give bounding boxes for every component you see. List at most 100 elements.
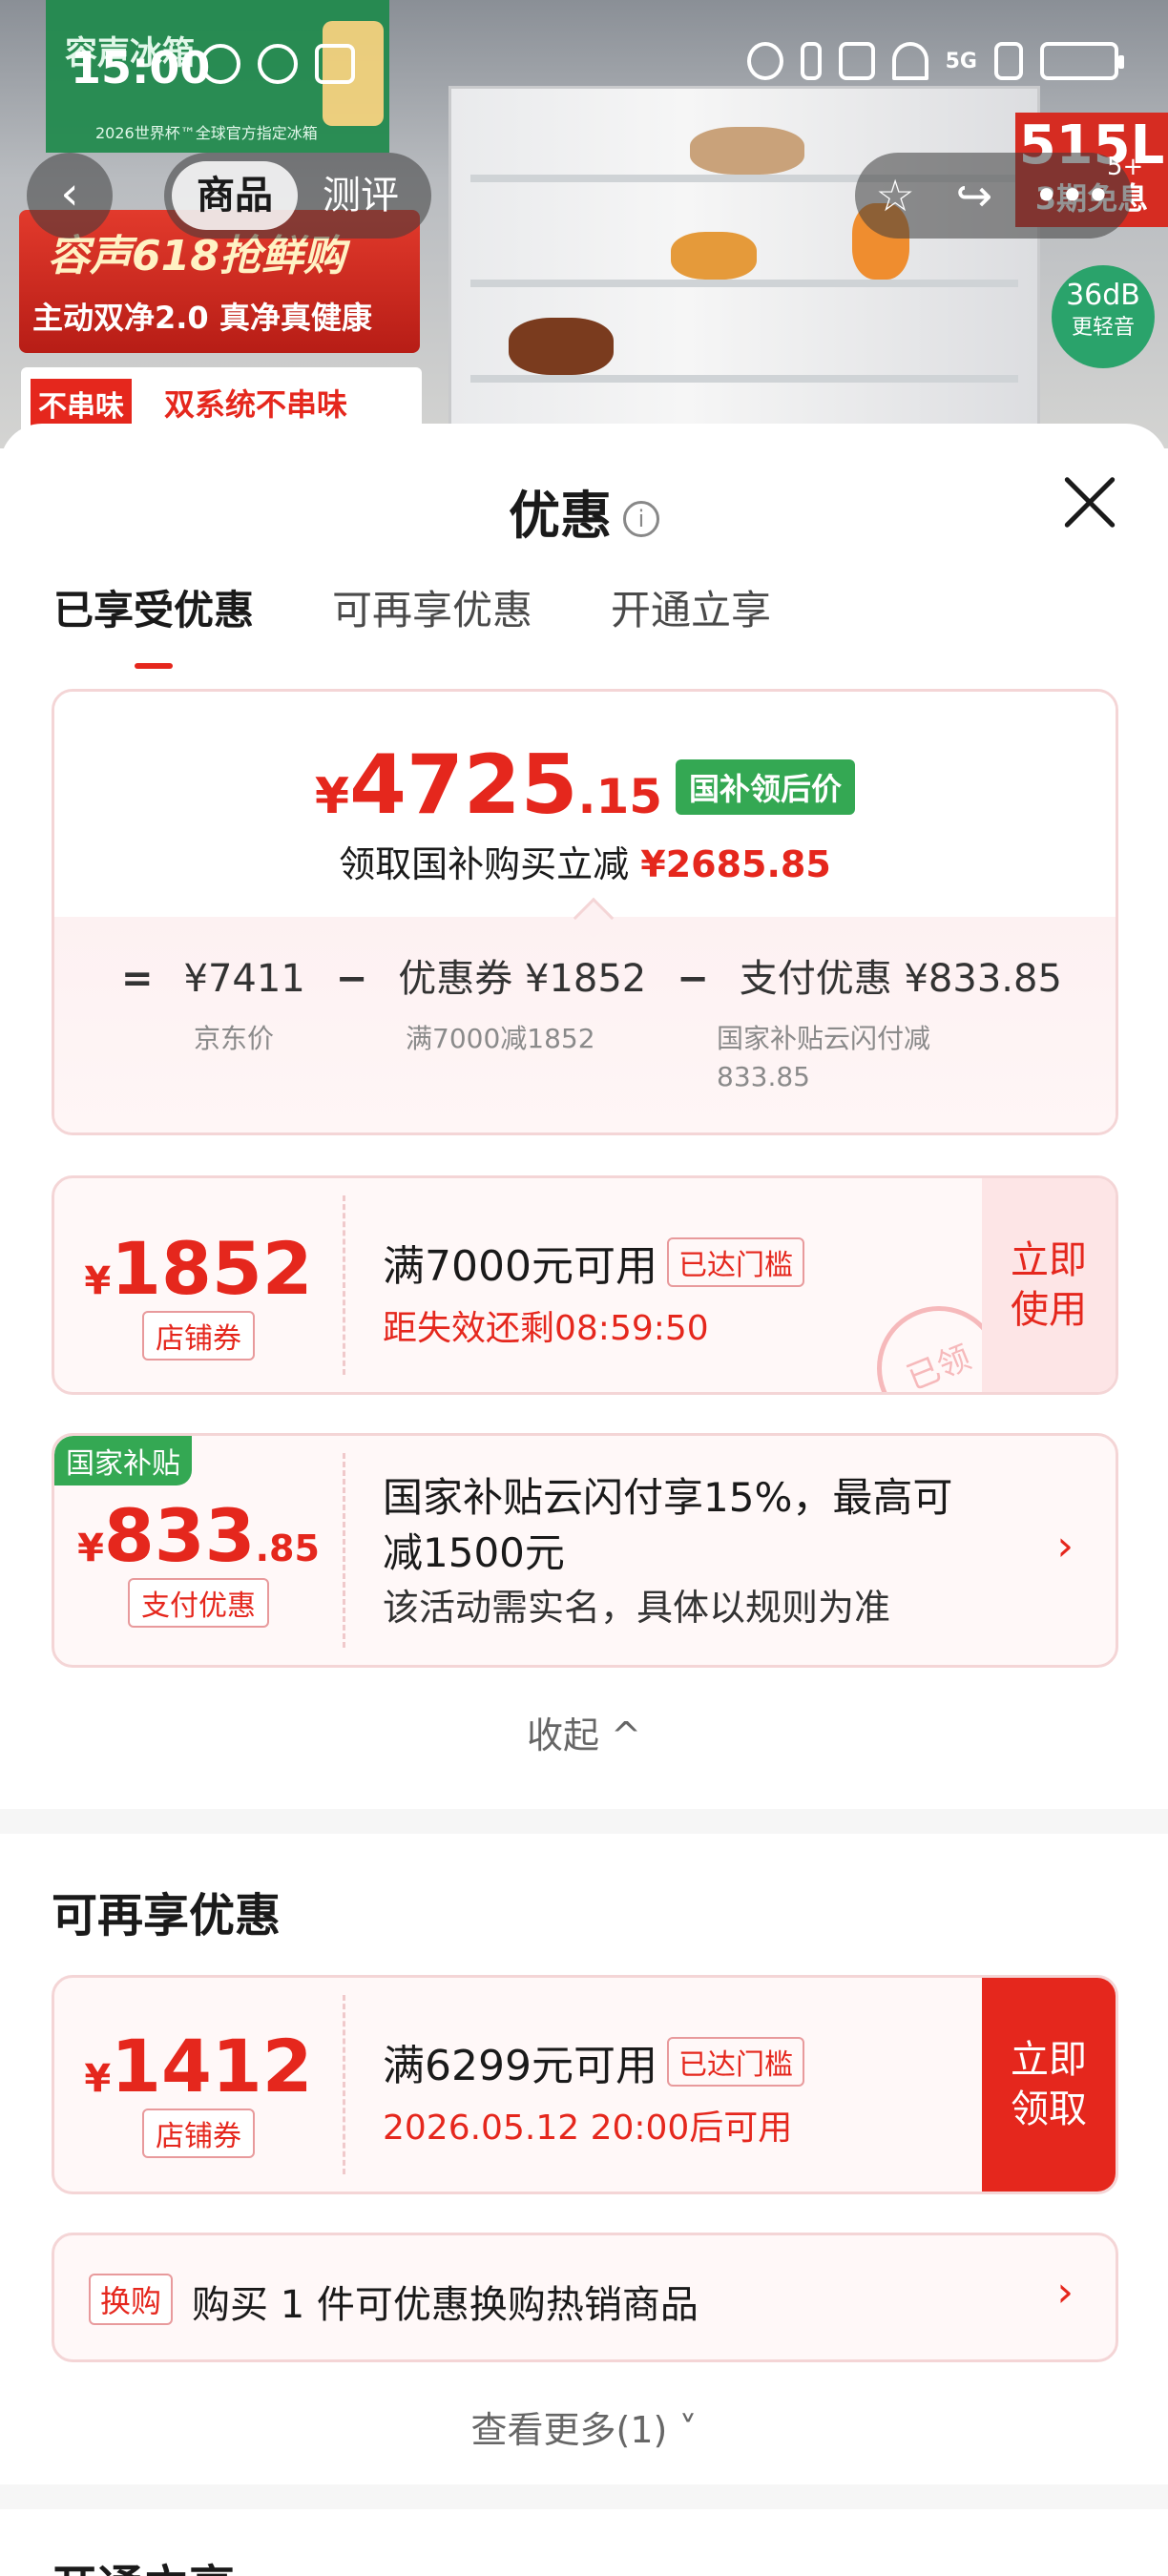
promo-subtitle: 主动双净2.0 真净真健康 — [32, 300, 372, 336]
discount-tabs: 已享受优惠 可再享优惠 开通立享 — [53, 578, 771, 669]
info-icon[interactable]: i — [623, 501, 659, 538]
swap-deal-row[interactable]: 换购 购买 1 件可优惠换购热销商品 › — [52, 2233, 1118, 2362]
final-price: ¥4725.15 国补领后价 — [54, 737, 1116, 833]
more-discounts-title: 可再享优惠 — [52, 1889, 282, 1942]
coupon-amount-box: ¥1852 店铺券 — [54, 1178, 343, 1392]
tab-review[interactable]: 测评 — [298, 161, 424, 230]
vibrate-icon — [838, 42, 875, 80]
eye-icon — [258, 44, 298, 84]
chevron-right-icon[interactable]: › — [1056, 1522, 1074, 1570]
coupon-amount: ¥1852 — [54, 1226, 343, 1311]
nav-actions: ☆ ↪ ••• — [855, 153, 1132, 239]
network-type: 5G — [945, 49, 977, 73]
coupon2-available-time: 2026.05.12 20:00后可用 — [383, 2109, 793, 2148]
bluetooth-icon — [800, 42, 822, 80]
status-time: 15:00 — [71, 42, 211, 93]
tab-more-available[interactable]: 可再享优惠 — [332, 578, 532, 636]
close-icon[interactable] — [1061, 473, 1118, 530]
nav-tabs: 商品 测评 — [164, 153, 431, 239]
alarm-icon — [746, 42, 783, 80]
store-coupon-card: ¥1852 店铺券 满7000元可用 已达门槛 距失效还剩08:59:50 已领 … — [52, 1175, 1118, 1395]
feature-tag-left: 不串味 — [31, 379, 132, 428]
status-right-icons: 5G — [746, 42, 1124, 80]
battery-icon — [1040, 42, 1124, 80]
sheet-title: 优惠 — [509, 486, 612, 546]
subsidy-currency: ¥ — [77, 1527, 104, 1570]
coupon-term-label: 满7000减1852 — [406, 1023, 595, 1054]
use-now-button[interactable]: 立即 使用 — [982, 1178, 1116, 1392]
coupon-currency: ¥ — [84, 1259, 112, 1303]
price-integer: 4725 — [349, 737, 578, 833]
minus-sign: − — [677, 957, 709, 1001]
summary-top: ¥4725.15 国补领后价 领取国补购买立减 ¥2685.85 — [54, 692, 1116, 917]
wifi-icon — [891, 42, 928, 80]
coupon-condition: 满7000元可用 — [383, 1242, 657, 1291]
price-currency: ¥ — [314, 768, 350, 825]
noise-value: 36dB — [1066, 279, 1140, 312]
feature-tag-right: 双系统不串味 — [164, 386, 348, 423]
swap-tag: 换购 — [89, 2274, 174, 2325]
summary-sub-amount: ¥2685.85 — [640, 843, 831, 885]
coupon2-amount-box: ¥1412 店铺券 — [54, 1978, 343, 2192]
pay-label-line1: 国家补贴云闪付减 — [717, 1023, 931, 1054]
tab-product[interactable]: 商品 — [172, 161, 298, 230]
collapse-toggle[interactable]: 收起 ^ — [0, 1706, 1168, 1758]
section-divider-2 — [0, 2484, 1168, 2509]
signal-icon — [994, 42, 1023, 80]
section-divider — [0, 1809, 1168, 1834]
summary-formula: = ¥7411 − 优惠券 ¥1852 − 支付优惠 ¥833.85 京东价 满… — [54, 917, 1116, 1132]
coupon2-value: 1412 — [111, 2024, 313, 2109]
subsidy-payment-card[interactable]: 国家补贴 ¥833.85 支付优惠 国家补贴云闪付享15%，最高可 减1500元… — [52, 1433, 1118, 1668]
nfc-icon — [315, 44, 355, 84]
coupon2-condition: 满6299元可用 — [383, 2042, 657, 2090]
claim-now-button[interactable]: 立即 领取 — [982, 1978, 1116, 2192]
pay-term: 支付优惠 ¥833.85 — [739, 957, 1062, 1001]
page: 容声冰箱 2026世界杯™全球官方指定冰箱 容声618抢鲜购 主动双净2.0 真… — [0, 0, 1168, 2576]
chevron-right-icon[interactable]: › — [1056, 2268, 1074, 2316]
coupon2-amount: ¥1412 — [54, 2024, 343, 2109]
subsidy-price-tag: 国补领后价 — [676, 759, 856, 815]
coupon-divider — [343, 1195, 345, 1375]
coupon-value: 1852 — [111, 1226, 313, 1311]
summary-sub-text: 领取国补购买立减 — [339, 843, 630, 885]
fridge-photo — [448, 86, 1040, 448]
back-button[interactable]: ‹ — [27, 153, 113, 239]
noise-badge: 36dB 更轻音 — [1052, 265, 1155, 368]
store-coupon-card-2: ¥1412 店铺券 满6299元可用 已达门槛 2026.05.12 20:00后… — [52, 1975, 1118, 2194]
coupon2-type: 店铺券 — [142, 2109, 255, 2158]
coupon2-divider — [343, 1995, 345, 2174]
subsidy-decimal: .85 — [255, 1527, 320, 1569]
subsidy-details: 国家补贴云闪付享15%，最高可 减1500元 该活动需实名，具体以规则为准 — [383, 1470, 1032, 1634]
subsidy-line2: 减1500元 — [383, 1529, 565, 1576]
subsidy-line3: 该活动需实名，具体以规则为准 — [383, 1587, 891, 1629]
coupon2-details: 满6299元可用 已达门槛 2026.05.12 20:00后可用 — [383, 2031, 804, 2150]
summary-subline: 领取国补购买立减 ¥2685.85 — [54, 835, 1116, 887]
subsidy-type: 支付优惠 — [128, 1578, 269, 1628]
view-more-link[interactable]: 查看更多(1) ˅ — [0, 2400, 1168, 2453]
share-icon[interactable]: ↪ — [956, 170, 993, 221]
status-left-icons — [200, 44, 355, 84]
coupon-countdown: 距失效还剩08:59:50 — [383, 1309, 709, 1348]
subsidy-divider — [343, 1453, 345, 1648]
status-bar: 15:00 5G — [0, 0, 1168, 134]
coupon-details: 满7000元可用 已达门槛 距失效还剩08:59:50 — [383, 1232, 804, 1350]
tab-enjoyed[interactable]: 已享受优惠 — [53, 578, 254, 669]
tab-open-enjoy[interactable]: 开通立享 — [611, 578, 771, 636]
favorite-star-icon[interactable]: ☆ — [875, 170, 914, 221]
price-formula: = ¥7411 − 优惠券 ¥1852 − 支付优惠 ¥833.85 — [121, 947, 1093, 1003]
subsidy-value: 833 — [103, 1493, 256, 1578]
more-dots-icon[interactable]: ••• — [1033, 170, 1111, 221]
open-enjoy-title: 开通立享 — [52, 2549, 235, 2576]
subsidy-amount-box: ¥833.85 支付优惠 — [54, 1436, 343, 1665]
price-decimal: .15 — [577, 769, 663, 824]
threshold-reached-badge: 已达门槛 — [666, 1237, 804, 1287]
jd-price-label: 京东价 — [194, 1023, 275, 1054]
price-summary-card: ¥4725.15 国补领后价 领取国补购买立减 ¥2685.85 = ¥7411 … — [52, 689, 1118, 1135]
coupon-term: 优惠券 ¥1852 — [398, 957, 647, 1001]
pay-term-label: 国家补贴云闪付减 833.85 — [717, 1020, 930, 1096]
coupon2-currency: ¥ — [84, 2057, 112, 2101]
equals-sign: = — [121, 957, 154, 1001]
noise-sub: 更轻音 — [1071, 316, 1135, 340]
discount-sheet: 优惠 i 已享受优惠 可再享优惠 开通立享 ¥4725.15 国补领后价 领取国补购… — [0, 424, 1168, 2576]
subsidy-amount: ¥833.85 — [54, 1493, 343, 1578]
